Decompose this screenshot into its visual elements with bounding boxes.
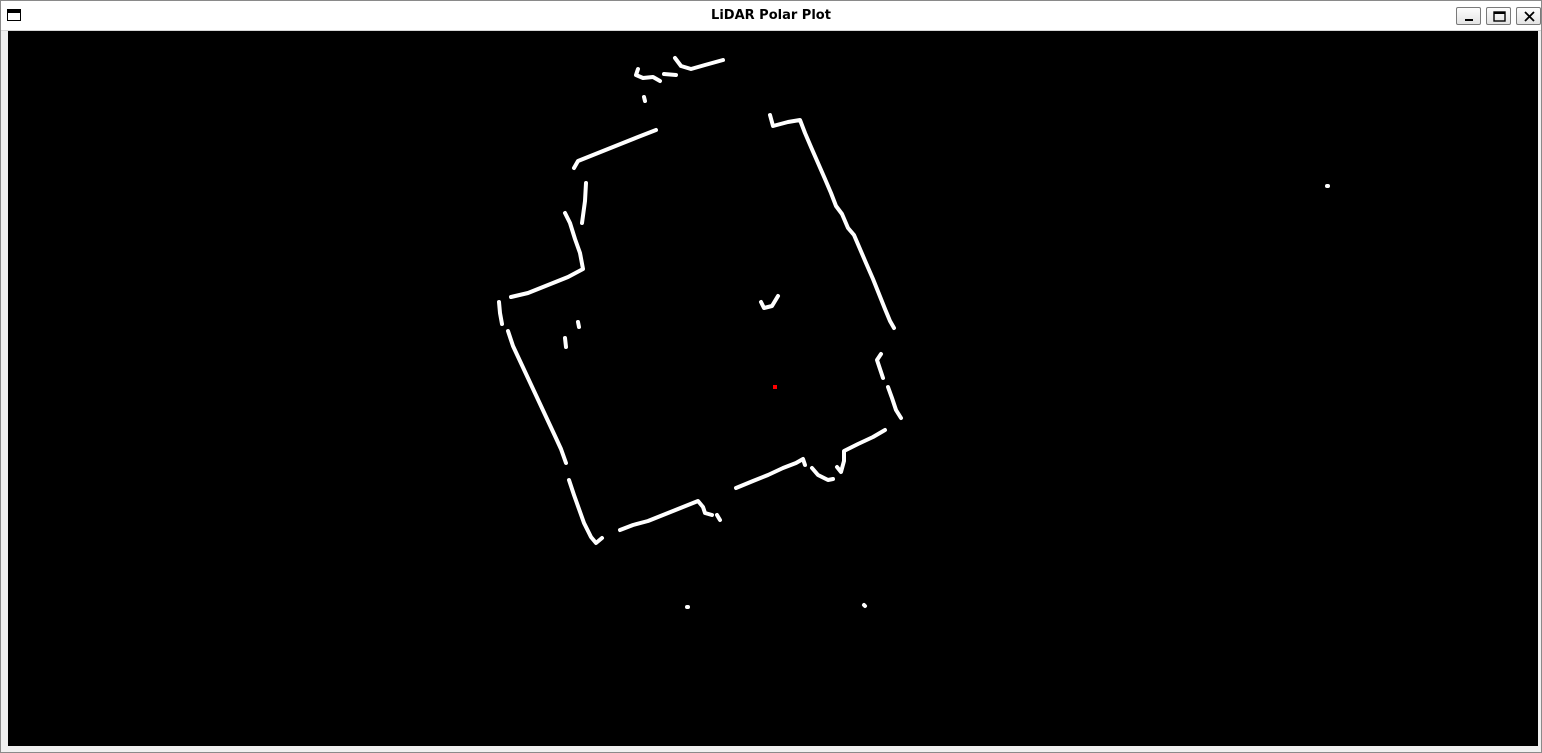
scan-segment — [567, 478, 604, 545]
scan-segment — [563, 336, 568, 349]
scan-segment — [497, 300, 504, 326]
close-button[interactable] — [1516, 7, 1541, 25]
scan-segment — [835, 428, 887, 474]
sensor-origin-marker — [773, 385, 777, 389]
scan-segment — [572, 128, 658, 170]
scan-segment — [506, 329, 568, 465]
close-icon — [1524, 11, 1535, 22]
scan-segment — [618, 499, 714, 532]
scan-segment — [580, 181, 588, 225]
scan-segment — [734, 457, 807, 490]
scan-point — [862, 603, 867, 608]
scan-segment — [642, 95, 647, 103]
window-title: LiDAR Polar Plot — [711, 8, 831, 23]
scan-segment — [662, 72, 678, 77]
maximize-icon — [1493, 11, 1506, 22]
maximize-button[interactable] — [1486, 7, 1511, 25]
lidar-window: LiDAR Polar Plot — [0, 0, 1542, 753]
scan-segment — [768, 113, 896, 330]
scan-segment — [759, 294, 780, 310]
lidar-plot-canvas — [8, 31, 1538, 746]
scan-segment — [715, 513, 722, 522]
minimize-button[interactable] — [1456, 7, 1481, 25]
scan-segment — [875, 352, 885, 380]
scan-segment — [810, 466, 835, 482]
title-bar[interactable]: LiDAR Polar Plot — [1, 1, 1541, 31]
scan-segment — [576, 320, 581, 329]
scan-segment — [673, 56, 725, 71]
scan-segment — [634, 67, 662, 83]
scan-segment — [886, 385, 903, 420]
minimize-icon — [1465, 19, 1473, 21]
scan-segment — [509, 211, 585, 299]
lidar-scan-points — [497, 56, 1330, 609]
